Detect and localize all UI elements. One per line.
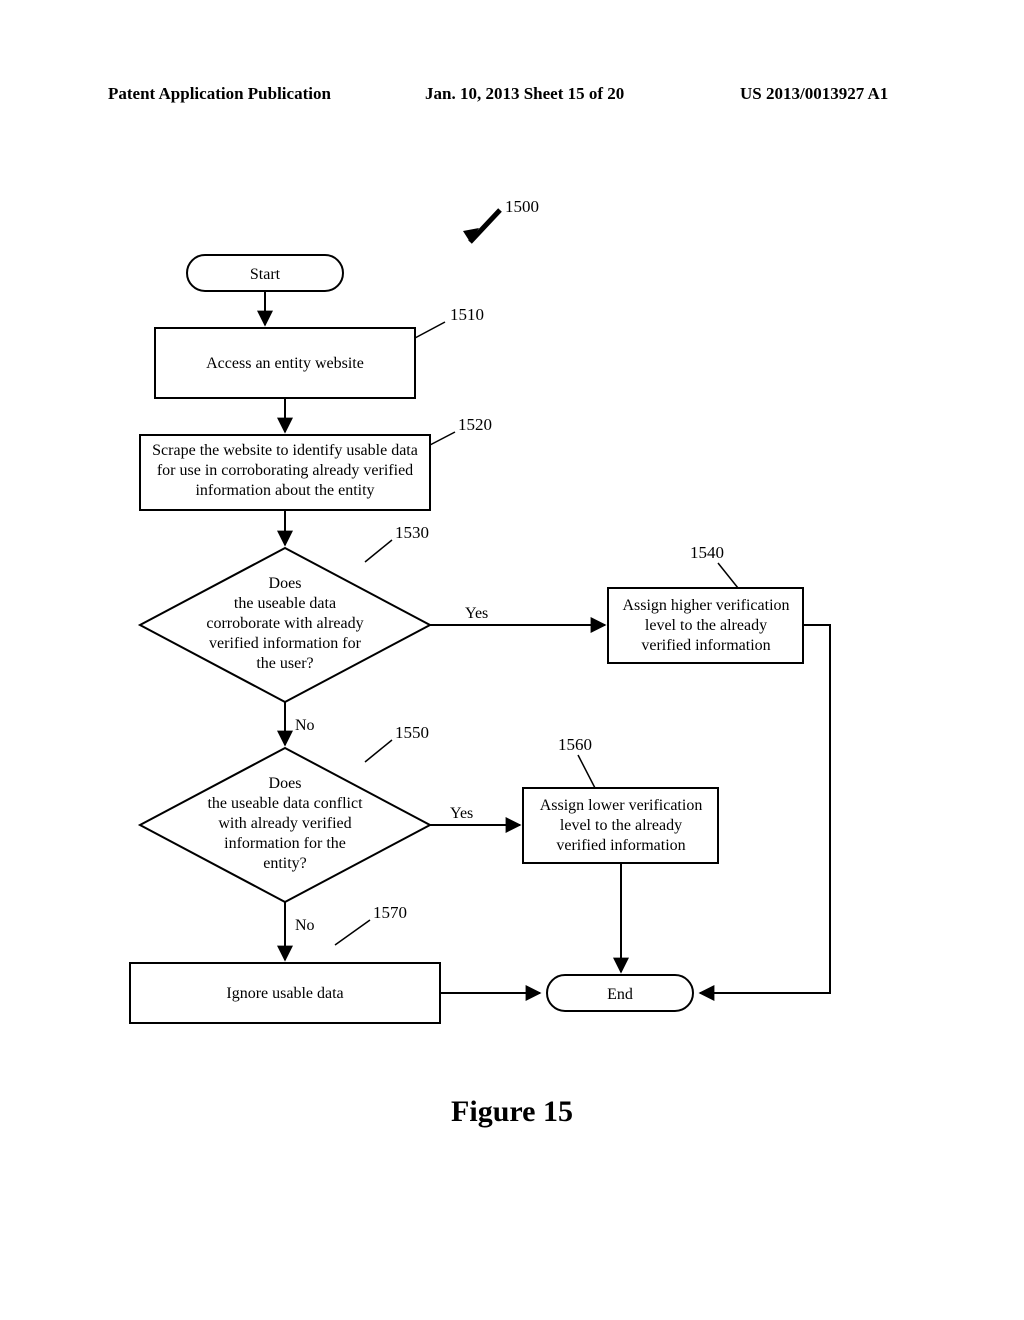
d1530-l5: the user? (256, 655, 313, 672)
d1550-l5: entity? (263, 855, 307, 872)
d1550-l3: with already verified (218, 815, 351, 832)
b1540-l3: verified information (641, 637, 770, 654)
leader-1540 (718, 563, 738, 588)
end-node: End (547, 975, 693, 1011)
ref-1500: 1500 (505, 200, 539, 216)
ref-arrow-1500: 1500 (463, 200, 539, 242)
edge-1550-no-label: No (295, 917, 315, 934)
b1560-l1: Assign lower verification (540, 797, 703, 814)
ref-1540: 1540 (690, 543, 724, 562)
leader-1560 (578, 755, 595, 788)
ref-1520: 1520 (458, 415, 492, 434)
d1550-l1: Does (269, 775, 302, 792)
box-1570: Ignore usable data (130, 963, 440, 1023)
start-label: Start (250, 266, 281, 283)
d1530-l3: corroborate with already (206, 615, 363, 632)
box-1540: Assign higher verification level to the … (608, 588, 803, 663)
b1540-l1: Assign higher verification (622, 597, 789, 614)
b1560-l2: level to the already (560, 817, 682, 834)
b1560-l3: verified information (556, 837, 685, 854)
b1540-l2: level to the already (645, 617, 767, 634)
box-1560: Assign lower verification level to the a… (523, 788, 718, 863)
end-label: End (607, 986, 633, 1003)
figure-title: Figure 15 (0, 1095, 1024, 1129)
flowchart: 1500 Start Access an entity website 1510 (110, 200, 900, 1090)
leader-1510 (415, 322, 445, 338)
leader-1520 (430, 432, 455, 445)
edge-1550-yes-label: Yes (450, 805, 473, 822)
header-center: Jan. 10, 2013 Sheet 15 of 20 (425, 84, 624, 104)
box-1520-l1: Scrape the website to identify usable da… (152, 442, 418, 459)
ref-1550: 1550 (395, 723, 429, 742)
b1570-text: Ignore usable data (226, 985, 343, 1002)
d1530-l1: Does (269, 575, 302, 592)
edge-1530-no-label: No (295, 717, 315, 734)
d1530-l2: the useable data (234, 595, 336, 612)
header-left: Patent Application Publication (108, 84, 331, 104)
page: Patent Application Publication Jan. 10, … (0, 0, 1024, 1320)
d1550-l4: information for the (224, 835, 346, 852)
edge-1540-end (700, 625, 830, 993)
leader-1570 (335, 920, 370, 945)
leader-1530 (365, 540, 392, 562)
box-1510-text: Access an entity website (206, 355, 364, 372)
d1530-l4: verified information for (209, 635, 362, 652)
ref-1560: 1560 (558, 735, 592, 754)
header-right: US 2013/0013927 A1 (740, 84, 888, 104)
decision-1550: Does the useable data conflict with alre… (140, 748, 430, 902)
ref-1530: 1530 (395, 523, 429, 542)
decision-1530: Does the useable data corroborate with a… (140, 548, 430, 702)
start-node: Start (187, 255, 343, 291)
edge-1530-yes-label: Yes (465, 605, 488, 622)
ref-1510: 1510 (450, 305, 484, 324)
box-1520-l2: for use in corroborating already verifie… (157, 462, 413, 479)
box-1520-l3: information about the entity (195, 482, 374, 499)
box-1510: Access an entity website (155, 328, 415, 398)
d1550-l2: the useable data conflict (207, 795, 363, 812)
leader-1550 (365, 740, 392, 762)
box-1520: Scrape the website to identify usable da… (140, 435, 430, 510)
ref-1570: 1570 (373, 903, 407, 922)
